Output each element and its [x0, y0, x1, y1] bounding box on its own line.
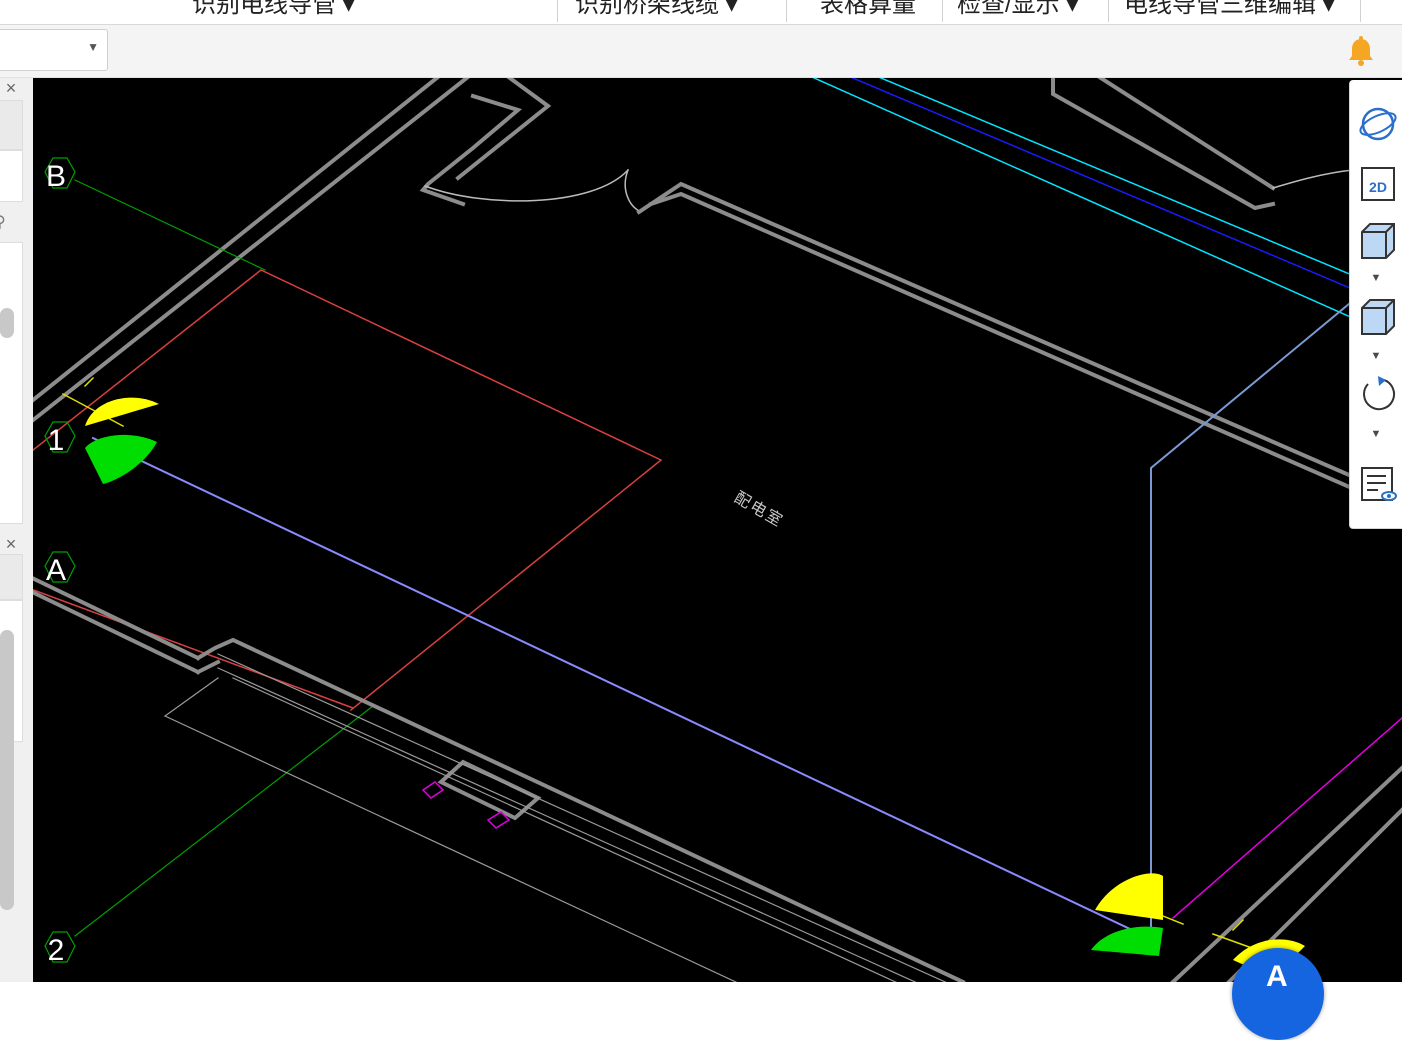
menu-table-calculation[interactable]: 表格算量 [820, 0, 916, 23]
close-icon[interactable]: × [0, 534, 22, 555]
cad-drawing: B 1 A 2 [33, 78, 1402, 982]
secondary-toolbar: ▼ [0, 25, 1402, 78]
axis-label-2: 2 [48, 934, 65, 967]
panel-field[interactable] [0, 150, 23, 202]
junction-box-marks [421, 781, 511, 829]
fab-glyph: A [1266, 960, 1288, 993]
menu-separator [786, 0, 787, 22]
axis-label-B: B [46, 160, 66, 193]
menu-separator [942, 0, 943, 22]
3d-box-alt-icon[interactable] [1358, 296, 1398, 336]
assistant-fab-button[interactable]: A [1232, 948, 1324, 1040]
rotate-icon[interactable] [1358, 374, 1398, 414]
wall-lines [636, 78, 1402, 513]
window-lines [164, 653, 947, 982]
magenta-cable [1171, 717, 1402, 920]
2d-view-icon[interactable]: 2D [1358, 164, 1398, 204]
panel-scrollbar[interactable] [0, 630, 14, 910]
panel-tab[interactable] [0, 100, 23, 150]
menu-3d-edit[interactable]: 电线导管三维编辑 ▾ [1124, 0, 1335, 23]
menu-recognize-tray-cable[interactable]: 识别桥架线缆 ▾ [575, 0, 738, 23]
chevron-down-icon: ▼ [87, 40, 99, 54]
menu-check-display[interactable]: 检查/显示 ▾ [957, 0, 1078, 23]
menu-label: 电线导管三维编辑 [1124, 0, 1316, 18]
panel-tab[interactable] [0, 554, 23, 600]
display-settings-icon[interactable] [1358, 464, 1398, 504]
search-icon[interactable]: ⚲ [0, 212, 6, 232]
chevron-down-icon[interactable]: ▼ [1366, 350, 1386, 362]
room-boundary [33, 269, 663, 712]
menu-recognize-wire-conduit[interactable]: 识别电线导管 ▾ [192, 0, 355, 23]
left-side-panel: × ⚲ × [0, 78, 33, 982]
menu-label: 表格算量 [820, 0, 916, 18]
axis-grid-lines [74, 179, 374, 937]
cad-drawing-canvas[interactable]: B 1 A 2 配电室 [33, 78, 1402, 982]
bell-icon[interactable] [1344, 35, 1378, 69]
menu-label: 检查/显示 [957, 0, 1060, 18]
panel-list [0, 242, 23, 524]
axis-label-A: A [46, 554, 66, 587]
wall-lines [33, 78, 552, 423]
2d-label: 2D [1369, 179, 1387, 195]
cable-tray-lines [812, 78, 1402, 341]
3d-box-icon[interactable] [1358, 220, 1398, 260]
close-icon[interactable]: × [0, 78, 22, 99]
menu-label: 识别电线导管 [192, 0, 336, 18]
axis-label-1: 1 [48, 424, 65, 457]
ribbon-menu-bar: 识别电线导管 ▾ 识别桥架线缆 ▾ 表格算量 检查/显示 ▾ 电线导管三维编辑 … [0, 0, 1402, 25]
panel-scrollbar[interactable] [0, 308, 14, 338]
light-fixture [85, 397, 159, 484]
menu-separator [1360, 0, 1361, 22]
view-toolbar: 2D ▼ ▼ ▼ [1349, 80, 1402, 529]
conduit-line [91, 436, 1151, 940]
menu-separator [557, 0, 558, 22]
chevron-down-icon[interactable]: ▼ [1366, 428, 1386, 440]
door-symbol [1272, 169, 1354, 189]
chevron-down-icon[interactable]: ▼ [1366, 272, 1386, 284]
floor-combo-box[interactable]: ▼ [0, 29, 108, 71]
orbit-icon[interactable] [1358, 102, 1398, 142]
wall-lines [33, 576, 966, 982]
menu-label: 识别桥架线缆 [575, 0, 719, 18]
menu-separator [1108, 0, 1109, 22]
